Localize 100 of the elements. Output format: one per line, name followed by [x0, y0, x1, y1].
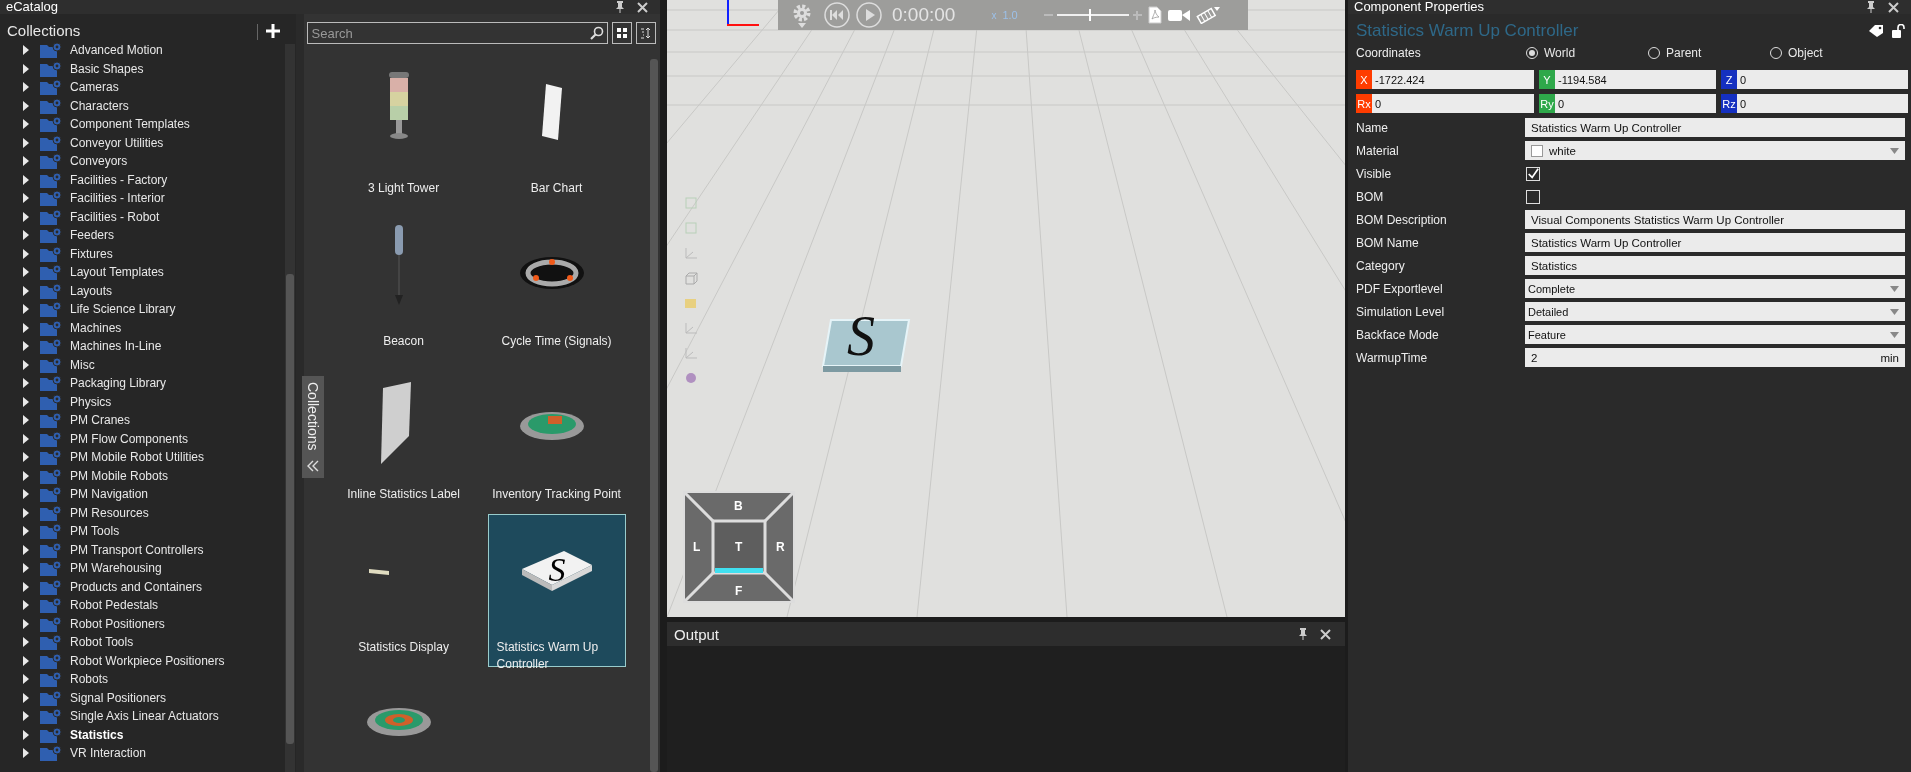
grid-view-button[interactable] [612, 22, 632, 44]
cube-face-label[interactable]: L [693, 540, 701, 554]
coordinate-field[interactable]: Y -1194.584 [1539, 70, 1716, 89]
scrollbar[interactable] [284, 44, 295, 772]
collection-item[interactable]: Machines In-Line [0, 337, 285, 356]
expand-arrow-icon[interactable] [22, 729, 30, 740]
close-icon[interactable] [637, 1, 648, 13]
dropdown-arrow-icon[interactable] [1890, 147, 1899, 154]
collection-item[interactable]: Facilities - Interior [0, 189, 285, 208]
dropdown[interactable]: Complete [1525, 279, 1905, 298]
dropdown-arrow-icon[interactable] [1890, 285, 1899, 292]
collection-item[interactable]: Robot Positioners [0, 614, 285, 633]
collections-tab[interactable]: Collections [301, 376, 324, 479]
dropdown[interactable]: Feature [1525, 325, 1905, 344]
checkbox[interactable] [1526, 189, 1540, 204]
catalog-item[interactable]: Inline Statistics Label [328, 361, 479, 514]
expand-arrow-icon[interactable] [22, 248, 30, 259]
expand-arrow-icon[interactable] [22, 711, 30, 722]
collection-item[interactable]: PM Mobile Robots [0, 466, 285, 485]
expand-arrow-icon[interactable] [22, 119, 30, 130]
collection-item[interactable]: Layouts [0, 281, 285, 300]
expand-arrow-icon[interactable] [22, 674, 30, 685]
video-camera-icon[interactable] [1167, 8, 1190, 22]
collection-item[interactable]: Advanced Motion [0, 41, 285, 60]
unlock-icon[interactable] [1892, 24, 1905, 38]
expand-arrow-icon[interactable] [22, 322, 30, 333]
collection-item[interactable]: Component Templates [0, 115, 285, 134]
coordinate-field[interactable]: Rx 0 [1356, 94, 1534, 113]
slider-thumb[interactable] [1089, 9, 1092, 21]
radio-label[interactable]: World [1544, 46, 1576, 60]
collection-item[interactable]: Life Science Library [0, 300, 285, 319]
expand-arrow-icon[interactable] [22, 63, 30, 74]
collection-item[interactable]: Fixtures [0, 244, 285, 263]
number-field[interactable]: 2 min [1525, 348, 1905, 367]
catalog-item[interactable]: Cycle Time (Signals) [481, 208, 632, 361]
catalog-item[interactable]: Inventory Tracking Point [481, 361, 632, 514]
collection-item[interactable]: PM Warehousing [0, 559, 285, 578]
collection-item[interactable]: PM Cranes [0, 411, 285, 430]
collection-item[interactable]: Characters [0, 96, 285, 115]
expand-arrow-icon[interactable] [22, 100, 30, 111]
close-icon[interactable] [1320, 628, 1331, 640]
pin-icon[interactable] [1298, 628, 1308, 640]
collection-item[interactable]: Physics [0, 392, 285, 411]
expand-arrow-icon[interactable] [22, 359, 30, 370]
expand-arrow-icon[interactable] [22, 230, 30, 241]
cube-face-label[interactable]: F [735, 584, 743, 598]
search-icon[interactable] [590, 26, 604, 40]
coordinate-field[interactable]: X -1722.424 [1356, 70, 1534, 89]
expand-arrow-icon[interactable] [22, 507, 30, 518]
collection-item[interactable]: PM Navigation [0, 485, 285, 504]
expand-arrow-icon[interactable] [22, 378, 30, 389]
collection-item[interactable]: PM Tools [0, 522, 285, 541]
cube-face-label[interactable]: R [776, 540, 785, 554]
expand-arrow-icon[interactable] [22, 45, 30, 56]
collection-item[interactable]: Facilities - Robot [0, 207, 285, 226]
expand-arrow-icon[interactable] [22, 526, 30, 537]
pin-icon[interactable] [1866, 1, 1876, 13]
collection-item[interactable]: PM Mobile Robot Utilities [0, 448, 285, 467]
expand-arrow-icon[interactable] [22, 211, 30, 222]
collection-item[interactable]: Feeders [0, 226, 285, 245]
expand-arrow-icon[interactable] [22, 285, 30, 296]
expand-arrow-icon[interactable] [22, 193, 30, 204]
catalog-item[interactable]: Statistics Display [328, 514, 479, 667]
dropdown[interactable]: Detailed [1525, 302, 1905, 321]
expand-arrow-icon[interactable] [22, 563, 30, 574]
expand-arrow-icon[interactable] [22, 137, 30, 148]
collection-item[interactable]: Facilities - Factory [0, 170, 285, 189]
collection-item[interactable]: Misc [0, 355, 285, 374]
collection-item[interactable]: Layout Templates [0, 263, 285, 282]
expand-arrow-icon[interactable] [22, 174, 30, 185]
expand-arrow-icon[interactable] [22, 748, 30, 759]
checkbox[interactable] [1526, 166, 1540, 181]
expand-arrow-icon[interactable] [22, 267, 30, 278]
cube-face-label[interactable]: T [735, 540, 743, 554]
expand-arrow-icon[interactable] [22, 637, 30, 648]
film-strip-icon[interactable] [1195, 6, 1220, 24]
expand-arrow-icon[interactable] [22, 655, 30, 666]
collection-item[interactable]: PM Transport Controllers [0, 540, 285, 559]
expand-arrow-icon[interactable] [22, 618, 30, 629]
collection-item[interactable]: PM Resources [0, 503, 285, 522]
radio-label[interactable]: Parent [1666, 46, 1702, 60]
expand-arrow-icon[interactable] [22, 692, 30, 703]
expand-arrow-icon[interactable] [22, 415, 30, 426]
scrollbar-thumb[interactable] [650, 59, 658, 772]
dropdown-arrow-icon[interactable] [1890, 308, 1899, 315]
collection-item[interactable]: Robot Workpiece Positioners [0, 651, 285, 670]
collection-item[interactable]: Conveyor Utilities [0, 133, 285, 152]
tag-icon[interactable] [1869, 25, 1883, 37]
dropdown-arrow-icon[interactable] [1890, 331, 1899, 338]
collection-item[interactable]: Machines [0, 318, 285, 337]
pdf-document-icon[interactable] [1147, 6, 1162, 24]
radio-label[interactable]: Object [1788, 46, 1823, 60]
coordinate-field[interactable]: Z 0 [1721, 70, 1908, 89]
catalog-item[interactable]: Beacon [328, 208, 479, 361]
close-icon[interactable] [1888, 1, 1899, 13]
text-field[interactable]: Statistics [1525, 256, 1905, 275]
search-field[interactable]: Search [306, 22, 608, 44]
pin-icon[interactable] [615, 1, 625, 13]
collection-item[interactable]: PM Flow Components [0, 429, 285, 448]
expand-arrow-icon[interactable] [22, 396, 30, 407]
